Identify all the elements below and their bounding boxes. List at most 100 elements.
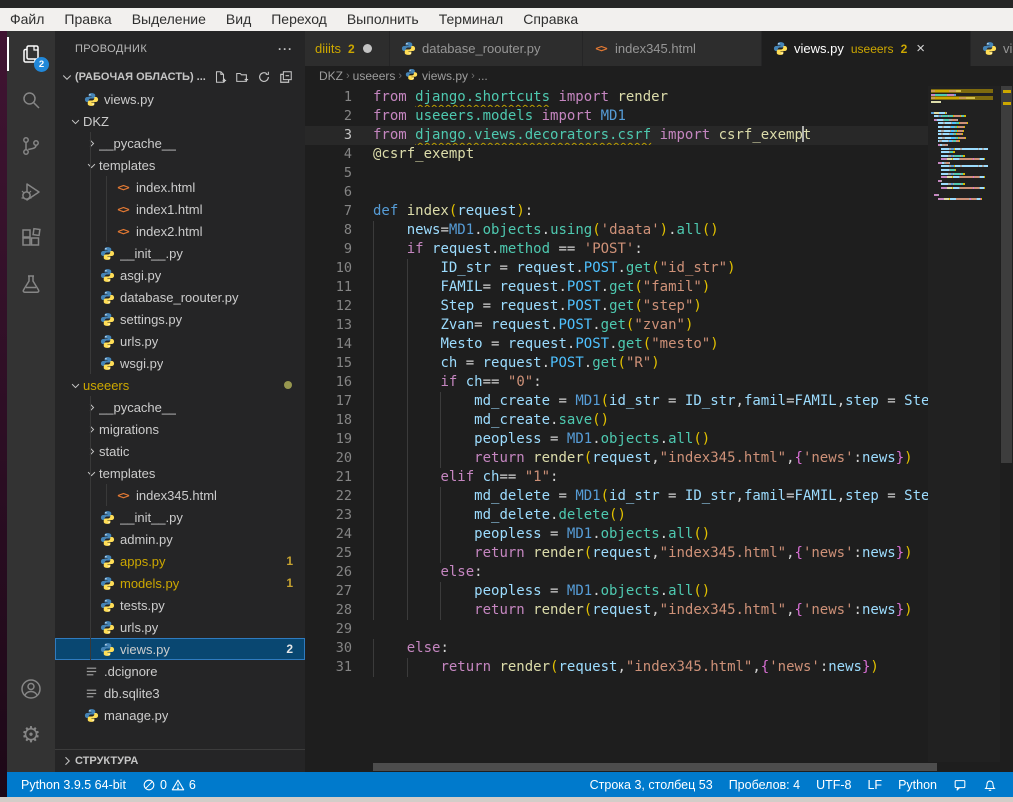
tab-views.py[interactable]: views.pyuseeers2× xyxy=(762,31,971,66)
tree-item-views.py[interactable]: views.py xyxy=(55,88,305,110)
explorer-more-actions-icon[interactable]: ··· xyxy=(278,42,293,56)
file-file-icon xyxy=(83,685,99,701)
python-file-icon xyxy=(772,41,788,57)
tree-item-index.html[interactable]: <>index.html xyxy=(55,176,305,198)
code-line-3: 3from django.views.decorators.csrf impor… xyxy=(305,126,928,145)
problems-badge: 2 xyxy=(286,642,293,656)
minimap[interactable] xyxy=(928,86,1000,762)
tab-index345.html[interactable]: <>index345.html xyxy=(583,31,762,66)
chevron-right-icon xyxy=(83,446,99,457)
code-line-17: 17 md_create = MD1(id_str = ID_str,famil… xyxy=(305,392,928,411)
line-number: 6 xyxy=(305,183,352,202)
tree-item-DKZ[interactable]: DKZ xyxy=(55,110,305,132)
activitybar-explorer[interactable]: 2 xyxy=(7,31,55,77)
activitybar-run-and-debug[interactable] xyxy=(7,169,55,215)
file-name: db.sqlite3 xyxy=(104,686,160,701)
tab-database_roouter.py[interactable]: database_roouter.py xyxy=(390,31,583,66)
tree-item-tests.py[interactable]: tests.py xyxy=(55,594,305,616)
statusbar-end-of-line[interactable]: LF xyxy=(859,772,890,797)
overview-warning-mark xyxy=(1003,90,1011,93)
new-file-icon[interactable] xyxy=(211,68,229,86)
tree-item-static[interactable]: static xyxy=(55,440,305,462)
tree-item-__pycache__[interactable]: __pycache__ xyxy=(55,396,305,418)
tree-item-database_roouter.py[interactable]: database_roouter.py xyxy=(55,286,305,308)
menu-выделение[interactable]: Выделение xyxy=(122,8,216,31)
tree-item-views.py[interactable]: views.py2 xyxy=(55,638,305,660)
horizontal-scrollbar[interactable] xyxy=(305,762,928,772)
menu-файл[interactable]: Файл xyxy=(0,8,54,31)
python-file-icon xyxy=(99,311,115,327)
python-file-icon xyxy=(99,355,115,371)
statusbar-language-mode[interactable]: Python xyxy=(890,772,945,797)
tree-item-db.sqlite3[interactable]: db.sqlite3 xyxy=(55,682,305,704)
vertical-scrollbar-thumb[interactable] xyxy=(1001,86,1012,463)
vscode-window: ФайлПравкаВыделениеВидПереходВыполнитьТе… xyxy=(0,0,1013,802)
menu-вид[interactable]: Вид xyxy=(216,8,261,31)
code-editor[interactable]: 1from django.shortcuts import render2fro… xyxy=(305,86,1013,772)
tree-item-models.py[interactable]: models.py1 xyxy=(55,572,305,594)
tree-item-manage.py[interactable]: manage.py xyxy=(55,704,305,726)
menu-справка[interactable]: Справка xyxy=(513,8,588,31)
explorer-title: ПРОВОДНИК xyxy=(75,43,147,55)
file-name: __pycache__ xyxy=(99,400,176,415)
code-line-16: 16 if ch== "0": xyxy=(305,373,928,392)
collapse-all-icon[interactable] xyxy=(277,68,295,86)
tree-item-settings.py[interactable]: settings.py xyxy=(55,308,305,330)
statusbar-encoding[interactable]: UTF-8 xyxy=(808,772,859,797)
new-folder-icon[interactable] xyxy=(233,68,251,86)
statusbar-problems[interactable]: 06 xyxy=(134,772,204,797)
tree-item-useeers[interactable]: useeers xyxy=(55,374,305,396)
activitybar-settings[interactable]: ⚙ xyxy=(7,712,55,758)
code-line-4: 4@csrf_exempt xyxy=(305,145,928,164)
code-line-10: 10 ID_str = request.POST.get("id_str") xyxy=(305,259,928,278)
statusbar-indentation[interactable]: Пробелов: 4 xyxy=(721,772,808,797)
activitybar-search[interactable] xyxy=(7,77,55,123)
statusbar-notifications[interactable] xyxy=(975,772,1005,797)
outline-section-header[interactable]: СТРУКТУРА xyxy=(55,749,305,772)
menu-выполнить[interactable]: Выполнить xyxy=(337,8,429,31)
tree-item-.dcignore[interactable]: .dcignore xyxy=(55,660,305,682)
tree-item-admin.py[interactable]: admin.py xyxy=(55,528,305,550)
menu-переход[interactable]: Переход xyxy=(261,8,337,31)
breadcrumb-item-useeers[interactable]: useeers xyxy=(353,69,396,83)
tree-item-wsgi.py[interactable]: wsgi.py xyxy=(55,352,305,374)
activitybar-accounts[interactable] xyxy=(7,666,55,712)
code-line-2: 2from useeers.models import MD1 xyxy=(305,107,928,126)
tree-item-index345.html[interactable]: <>index345.html xyxy=(55,484,305,506)
horizontal-scrollbar-thumb[interactable] xyxy=(373,763,937,771)
breadcrumb-item-views.py[interactable]: views.py xyxy=(405,68,468,84)
html-file-icon: <> xyxy=(115,487,131,503)
line-number: 31 xyxy=(305,658,352,677)
vertical-scrollbar[interactable] xyxy=(1000,86,1013,772)
statusbar-cursor-position[interactable]: Строка 3, столбец 53 xyxy=(582,772,721,797)
tree-item-index2.html[interactable]: <>index2.html xyxy=(55,220,305,242)
breadcrumb-item-...[interactable]: ... xyxy=(478,69,488,83)
menu-терминал[interactable]: Терминал xyxy=(429,8,513,31)
close-icon[interactable]: × xyxy=(916,41,925,56)
tab-diiits[interactable]: diiits2 xyxy=(305,31,390,66)
tree-item-migrations[interactable]: migrations xyxy=(55,418,305,440)
statusbar-feedback[interactable] xyxy=(945,772,975,797)
tab-vie[interactable]: vie xyxy=(971,31,1013,66)
refresh-icon[interactable] xyxy=(255,68,273,86)
breadcrumb-item-DKZ[interactable]: DKZ xyxy=(319,69,343,83)
tree-item-urls.py[interactable]: urls.py xyxy=(55,616,305,638)
tree-item-asgi.py[interactable]: asgi.py xyxy=(55,264,305,286)
tree-item-__init__.py[interactable]: __init__.py xyxy=(55,242,305,264)
tree-item-templates[interactable]: templates xyxy=(55,154,305,176)
tree-item-__pycache__[interactable]: __pycache__ xyxy=(55,132,305,154)
workspace-section-header[interactable]: (РАБОЧАЯ ОБЛАСТЬ) ... xyxy=(55,66,305,88)
menu-правка[interactable]: Правка xyxy=(54,8,121,31)
tab-problems-badge: 2 xyxy=(901,42,908,56)
statusbar-python-interpreter[interactable]: Python 3.9.5 64-bit xyxy=(13,772,134,797)
tree-item-index1.html[interactable]: <>index1.html xyxy=(55,198,305,220)
tree-item-__init__.py[interactable]: __init__.py xyxy=(55,506,305,528)
activitybar-testing[interactable] xyxy=(7,261,55,307)
tree-item-templates[interactable]: templates xyxy=(55,462,305,484)
code-line-20: 20 return render(request,"index345.html"… xyxy=(305,449,928,468)
tab-label: vie xyxy=(1003,41,1013,56)
tree-item-apps.py[interactable]: apps.py1 xyxy=(55,550,305,572)
activitybar-source-control[interactable] xyxy=(7,123,55,169)
tree-item-urls.py[interactable]: urls.py xyxy=(55,330,305,352)
activitybar-extensions[interactable] xyxy=(7,215,55,261)
